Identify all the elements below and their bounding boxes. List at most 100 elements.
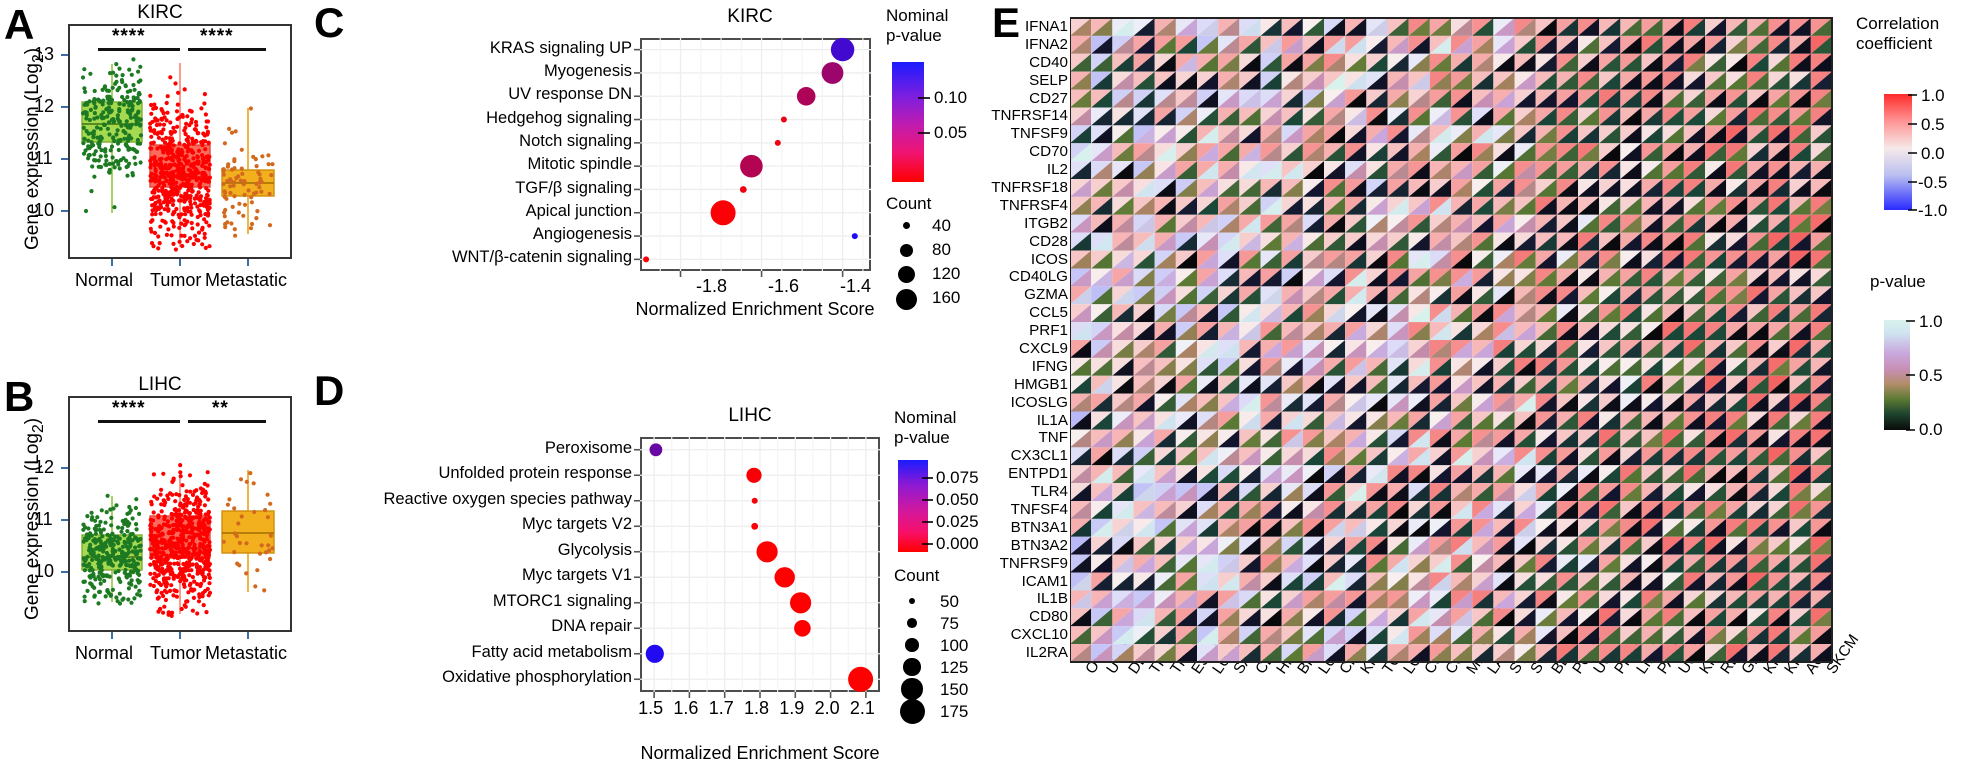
heatmap-cell[interactable] [1768, 393, 1790, 412]
heatmap-cell[interactable] [1112, 357, 1134, 376]
heatmap-cell[interactable] [1260, 179, 1282, 197]
heatmap-cell[interactable] [1472, 268, 1494, 287]
heatmap-cell[interactable] [1408, 179, 1430, 197]
heatmap-cell[interactable] [1324, 375, 1346, 394]
heatmap-cell[interactable] [1599, 18, 1621, 36]
heatmap-cell[interactable] [1408, 340, 1430, 358]
heatmap-cell[interactable] [1175, 89, 1197, 108]
heatmap-cell[interactable] [1620, 304, 1642, 323]
heatmap-cell[interactable] [1514, 465, 1536, 484]
heatmap-cell[interactable] [1535, 304, 1557, 323]
heatmap-cell[interactable] [1705, 232, 1727, 251]
heatmap-cell[interactable] [1302, 357, 1324, 376]
heatmap-cell[interactable] [1493, 340, 1515, 358]
heatmap-cell[interactable] [1662, 340, 1684, 358]
heatmap-cell[interactable] [1641, 250, 1663, 269]
heatmap-cell[interactable] [1408, 357, 1430, 376]
heatmap-cell[interactable] [1535, 340, 1557, 358]
heatmap-cell[interactable] [1324, 429, 1346, 448]
heatmap-cell[interactable] [1281, 393, 1303, 412]
heatmap-cell[interactable] [1726, 322, 1748, 340]
heatmap-cell[interactable] [1472, 375, 1494, 394]
heatmap-cell[interactable] [1154, 340, 1176, 358]
heatmap-cell[interactable] [1429, 393, 1451, 412]
heatmap-cell[interactable] [1810, 196, 1832, 215]
heatmap-cell[interactable] [1175, 340, 1197, 358]
heatmap-cell[interactable] [1683, 232, 1705, 251]
heatmap-cell[interactable] [1387, 143, 1409, 162]
heatmap-cell[interactable] [1239, 357, 1261, 376]
heatmap-cell[interactable] [1345, 125, 1367, 144]
heatmap-cell[interactable] [1578, 250, 1600, 269]
heatmap-cell[interactable] [1091, 143, 1113, 162]
heatmap-cell[interactable] [1324, 18, 1346, 36]
heatmap-cell[interactable] [1768, 18, 1790, 36]
heatmap-cell[interactable] [1070, 179, 1092, 197]
heatmap-cell[interactable] [1429, 53, 1451, 72]
heatmap-cell[interactable] [1535, 107, 1557, 126]
heatmap-cell[interactable] [1451, 357, 1473, 376]
heatmap-cell[interactable] [1133, 447, 1155, 466]
heatmap-cell[interactable] [1133, 411, 1155, 430]
heatmap-cell[interactable] [1429, 214, 1451, 233]
heatmap-cell[interactable] [1768, 71, 1790, 90]
heatmap-cell[interactable] [1091, 232, 1113, 251]
heatmap-cell[interactable] [1641, 268, 1663, 287]
heatmap-cell[interactable] [1197, 214, 1219, 233]
heatmap-cell[interactable] [1683, 161, 1705, 179]
heatmap-cell[interactable] [1218, 340, 1240, 358]
heatmap-cell[interactable] [1302, 250, 1324, 269]
heatmap-cell[interactable] [1705, 250, 1727, 269]
heatmap-cell[interactable] [1662, 250, 1684, 269]
heatmap-cell[interactable] [1324, 214, 1346, 233]
heatmap-cell[interactable] [1112, 196, 1134, 215]
heatmap-cell[interactable] [1810, 214, 1832, 233]
heatmap-cell[interactable] [1154, 232, 1176, 251]
heatmap-cell[interactable] [1641, 161, 1663, 179]
heatmap-cell[interactable] [1091, 483, 1113, 501]
heatmap-cell[interactable] [1260, 411, 1282, 430]
heatmap-cell[interactable] [1451, 340, 1473, 358]
heatmap-cell[interactable] [1133, 357, 1155, 376]
heatmap-cell[interactable] [1197, 322, 1219, 340]
heatmap-cell[interactable] [1556, 465, 1578, 484]
heatmap-cell[interactable] [1154, 196, 1176, 215]
heatmap-cell[interactable] [1514, 304, 1536, 323]
heatmap-cell[interactable] [1133, 125, 1155, 144]
heatmap-cell[interactable] [1091, 18, 1113, 36]
heatmap-cell[interactable] [1789, 71, 1811, 90]
heatmap-cell[interactable] [1260, 268, 1282, 287]
heatmap-cell[interactable] [1662, 322, 1684, 340]
heatmap-cell[interactable] [1535, 375, 1557, 394]
heatmap-cell[interactable] [1197, 161, 1219, 179]
heatmap-cell[interactable] [1302, 304, 1324, 323]
heatmap-cell[interactable] [1366, 161, 1388, 179]
heatmap-cell[interactable] [1324, 107, 1346, 126]
heatmap-cell[interactable] [1175, 375, 1197, 394]
heatmap-cell[interactable] [1345, 483, 1367, 501]
heatmap-cell[interactable] [1535, 322, 1557, 340]
heatmap-cell[interactable] [1239, 322, 1261, 340]
heatmap-cell[interactable] [1387, 196, 1409, 215]
heatmap-cell[interactable] [1472, 214, 1494, 233]
heatmap-cell[interactable] [1366, 286, 1388, 305]
heatmap-cell[interactable] [1281, 250, 1303, 269]
heatmap-cell[interactable] [1747, 357, 1769, 376]
heatmap-cell[interactable] [1239, 71, 1261, 90]
heatmap-cell[interactable] [1281, 357, 1303, 376]
heatmap-cell[interactable] [1472, 18, 1494, 36]
heatmap-cell[interactable] [1366, 143, 1388, 162]
heatmap-cell[interactable] [1070, 71, 1092, 90]
heatmap-cell[interactable] [1789, 18, 1811, 36]
heatmap-cell[interactable] [1345, 214, 1367, 233]
heatmap-cell[interactable] [1705, 107, 1727, 126]
heatmap-cell[interactable] [1070, 375, 1092, 394]
heatmap-cell[interactable] [1324, 286, 1346, 305]
heatmap-cell[interactable] [1535, 214, 1557, 233]
heatmap-cell[interactable] [1324, 53, 1346, 72]
heatmap-cell[interactable] [1091, 196, 1113, 215]
heatmap-cell[interactable] [1535, 35, 1557, 54]
heatmap-cell[interactable] [1387, 89, 1409, 108]
heatmap-cell[interactable] [1345, 357, 1367, 376]
heatmap-cell[interactable] [1683, 214, 1705, 233]
